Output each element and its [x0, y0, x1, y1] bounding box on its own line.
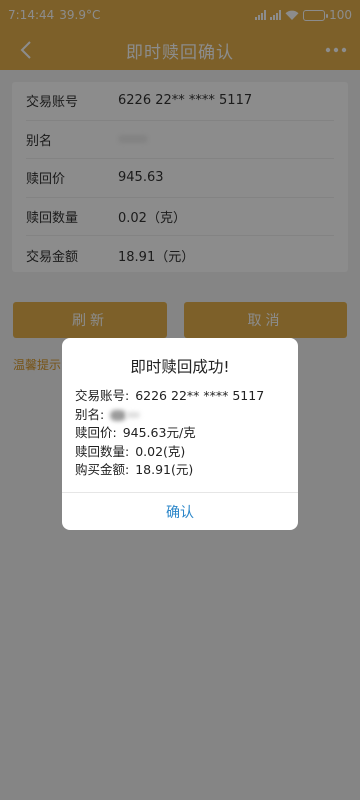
- dialog-line-price: 赎回价: 945.63元/克: [75, 424, 285, 443]
- dialog-line-quantity: 赎回数量: 0.02(克): [75, 443, 285, 462]
- alias-redacted: [110, 407, 141, 422]
- dialog-value: 6226 22** **** 5117: [135, 388, 265, 403]
- dialog-value: 945.63元/克: [122, 425, 196, 440]
- dialog-line-account: 交易账号: 6226 22** **** 5117: [75, 387, 285, 406]
- success-dialog: 即时赎回成功! 交易账号: 6226 22** **** 5117 别名: 赎回…: [62, 338, 298, 530]
- dialog-key: 别名:: [75, 406, 105, 422]
- dialog-line-amount: 购买金额: 18.91(元): [75, 461, 285, 480]
- dialog-key: 赎回价:: [75, 425, 117, 440]
- dialog-line-alias: 别名:: [75, 406, 285, 425]
- dialog-key: 交易账号:: [75, 388, 130, 403]
- dialog-body: 交易账号: 6226 22** **** 5117 别名: 赎回价: 945.6…: [62, 377, 298, 480]
- confirm-button[interactable]: 确认: [62, 492, 298, 530]
- dialog-title: 即时赎回成功!: [130, 358, 230, 376]
- dialog-value: 18.91(元): [135, 462, 194, 477]
- dialog-value: 0.02(克): [135, 443, 186, 459]
- dialog-key: 赎回数量:: [75, 443, 130, 459]
- dialog-key: 购买金额:: [75, 462, 130, 477]
